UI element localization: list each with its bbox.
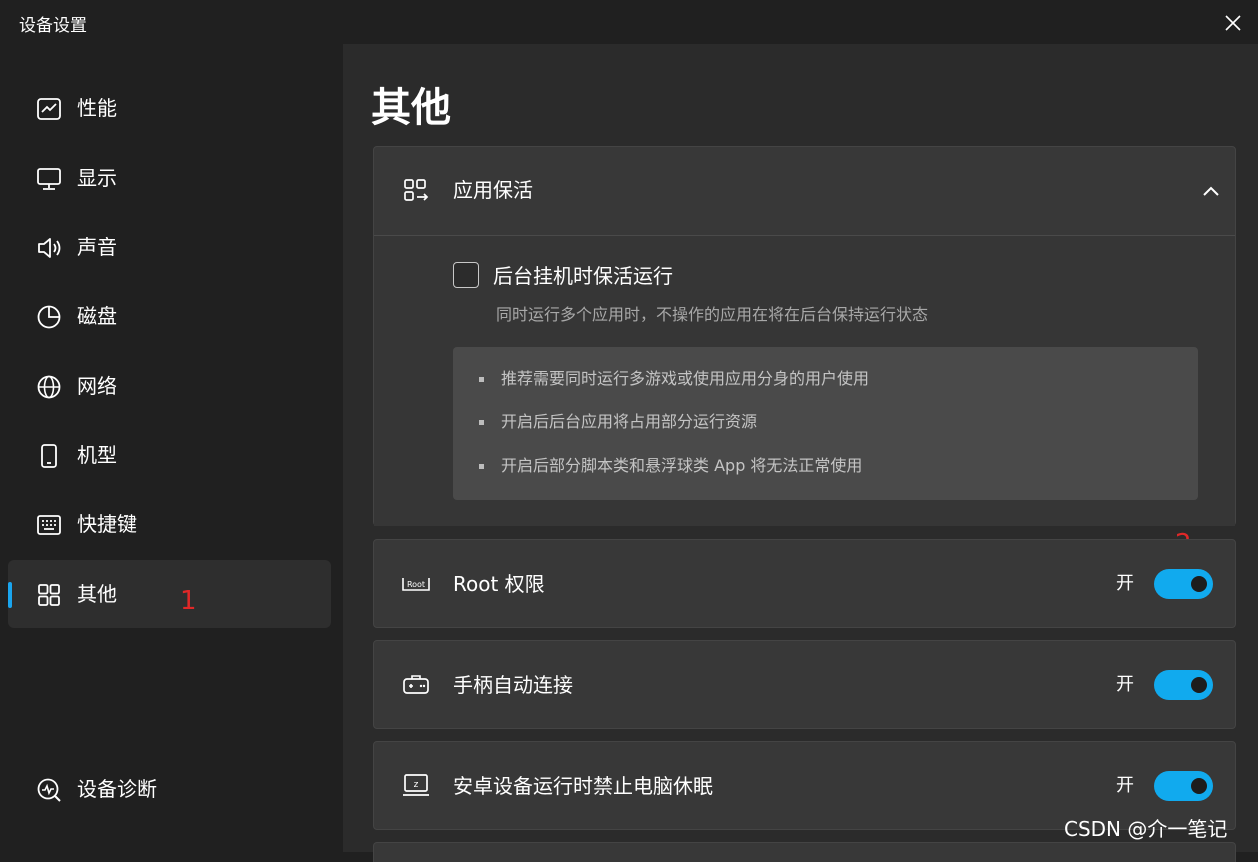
pie-chart-icon <box>36 304 62 330</box>
sidebar-item-disk[interactable]: 磁盘 <box>8 282 331 350</box>
keep-alive-description: 同时运行多个应用时，不操作的应用在将在后台保持运行状态 <box>496 305 929 324</box>
watermark: CSDN @介一笔记 <box>1064 817 1228 841</box>
grid-icon <box>36 582 62 608</box>
keep-alive-checkbox-label[interactable]: 后台挂机时保活运行 <box>493 263 673 289</box>
sidebar-item-label: 快捷键 <box>77 512 137 536</box>
sidebar-item-model[interactable]: 机型 <box>8 421 331 489</box>
close-icon <box>1225 15 1241 31</box>
page-title: 其他 <box>371 85 451 131</box>
gamepad-icon <box>401 670 431 700</box>
next-setting-card <box>373 842 1236 862</box>
toggle-knob <box>1191 576 1207 592</box>
annotation-marker-1: 1 <box>180 586 197 616</box>
toggle-knob <box>1191 778 1207 794</box>
sidebar-item-label: 性能 <box>77 96 117 120</box>
speaker-icon <box>36 235 62 261</box>
bullet-icon <box>479 420 484 425</box>
root-state-label: 开 <box>1116 573 1134 594</box>
sidebar-item-label: 显示 <box>77 166 117 190</box>
gamepad-card: 手柄自动连接 开 <box>373 640 1236 729</box>
root-toggle[interactable] <box>1154 569 1213 599</box>
performance-chart-icon <box>36 96 62 122</box>
keep-alive-content: 后台挂机时保活运行 同时运行多个应用时，不操作的应用在将在后台保持运行状态 推荐… <box>374 235 1235 526</box>
sidebar-item-shortcuts[interactable]: 快捷键 <box>8 490 331 558</box>
monitor-icon <box>36 166 62 192</box>
close-button[interactable] <box>1214 4 1252 42</box>
bullet-icon <box>479 377 484 382</box>
gamepad-state-label: 开 <box>1116 674 1134 695</box>
prevent-sleep-toggle[interactable] <box>1154 771 1213 801</box>
sidebar-item-performance[interactable]: 性能 <box>8 74 331 142</box>
svg-text:Root: Root <box>407 580 425 589</box>
sidebar-item-display[interactable]: 显示 <box>8 144 331 212</box>
title-bar: 设备设置 <box>0 0 1258 44</box>
tip-item: 开启后部分脚本类和悬浮球类 App 将无法正常使用 <box>501 456 863 475</box>
sidebar-item-label: 设备诊断 <box>77 777 157 801</box>
sidebar-item-sound[interactable]: 声音 <box>8 213 331 281</box>
sidebar-item-other[interactable]: 其他 <box>8 560 331 628</box>
toggle-knob <box>1191 677 1207 693</box>
tip-item: 推荐需要同时运行多游戏或使用应用分身的用户使用 <box>501 369 870 388</box>
sidebar-item-label: 机型 <box>77 443 117 467</box>
globe-icon <box>36 374 62 400</box>
sidebar: 性能 显示 声音 磁盘 网络 机型 快捷键 其他 1 设备诊断 <box>0 44 343 852</box>
diagnostics-icon <box>36 777 62 803</box>
sidebar-item-label: 声音 <box>77 235 117 259</box>
sidebar-item-label: 其他 <box>77 582 117 606</box>
root-permission-title: Root 权限 <box>453 572 545 596</box>
keep-alive-checkbox[interactable] <box>453 262 479 288</box>
root-permission-card: Root Root 权限 开 <box>373 539 1236 628</box>
bullet-icon <box>479 464 484 469</box>
sleep-icon: z <box>401 771 431 801</box>
phone-icon <box>36 443 62 469</box>
root-icon: Root <box>401 569 431 599</box>
app-keepalive-icon <box>401 176 431 206</box>
keep-alive-header[interactable]: 应用保活 <box>374 147 1235 235</box>
prevent-sleep-state-label: 开 <box>1116 775 1134 796</box>
prevent-sleep-title: 安卓设备运行时禁止电脑休眠 <box>453 774 713 798</box>
gamepad-toggle[interactable] <box>1154 670 1213 700</box>
window-title: 设备设置 <box>19 16 87 36</box>
keyboard-icon <box>36 512 62 538</box>
sidebar-item-diagnostics[interactable]: 设备诊断 <box>8 755 331 823</box>
chevron-up-icon[interactable] <box>1197 177 1225 205</box>
main-panel: 其他 应用保活 后台挂机时保活运行 同时运行多个应用时，不操作的应用在将在后台保… <box>343 44 1258 862</box>
keep-alive-title: 应用保活 <box>453 178 533 202</box>
tip-item: 开启后后台应用将占用部分运行资源 <box>501 412 758 431</box>
sidebar-item-network[interactable]: 网络 <box>8 352 331 420</box>
sidebar-item-label: 磁盘 <box>77 304 117 328</box>
tips-box: 推荐需要同时运行多游戏或使用应用分身的用户使用 开启后后台应用将占用部分运行资源… <box>453 347 1198 500</box>
keep-alive-card: 应用保活 后台挂机时保活运行 同时运行多个应用时，不操作的应用在将在后台保持运行… <box>373 146 1236 526</box>
sidebar-item-label: 网络 <box>77 374 117 398</box>
svg-text:z: z <box>414 780 419 790</box>
gamepad-title: 手柄自动连接 <box>453 673 573 697</box>
